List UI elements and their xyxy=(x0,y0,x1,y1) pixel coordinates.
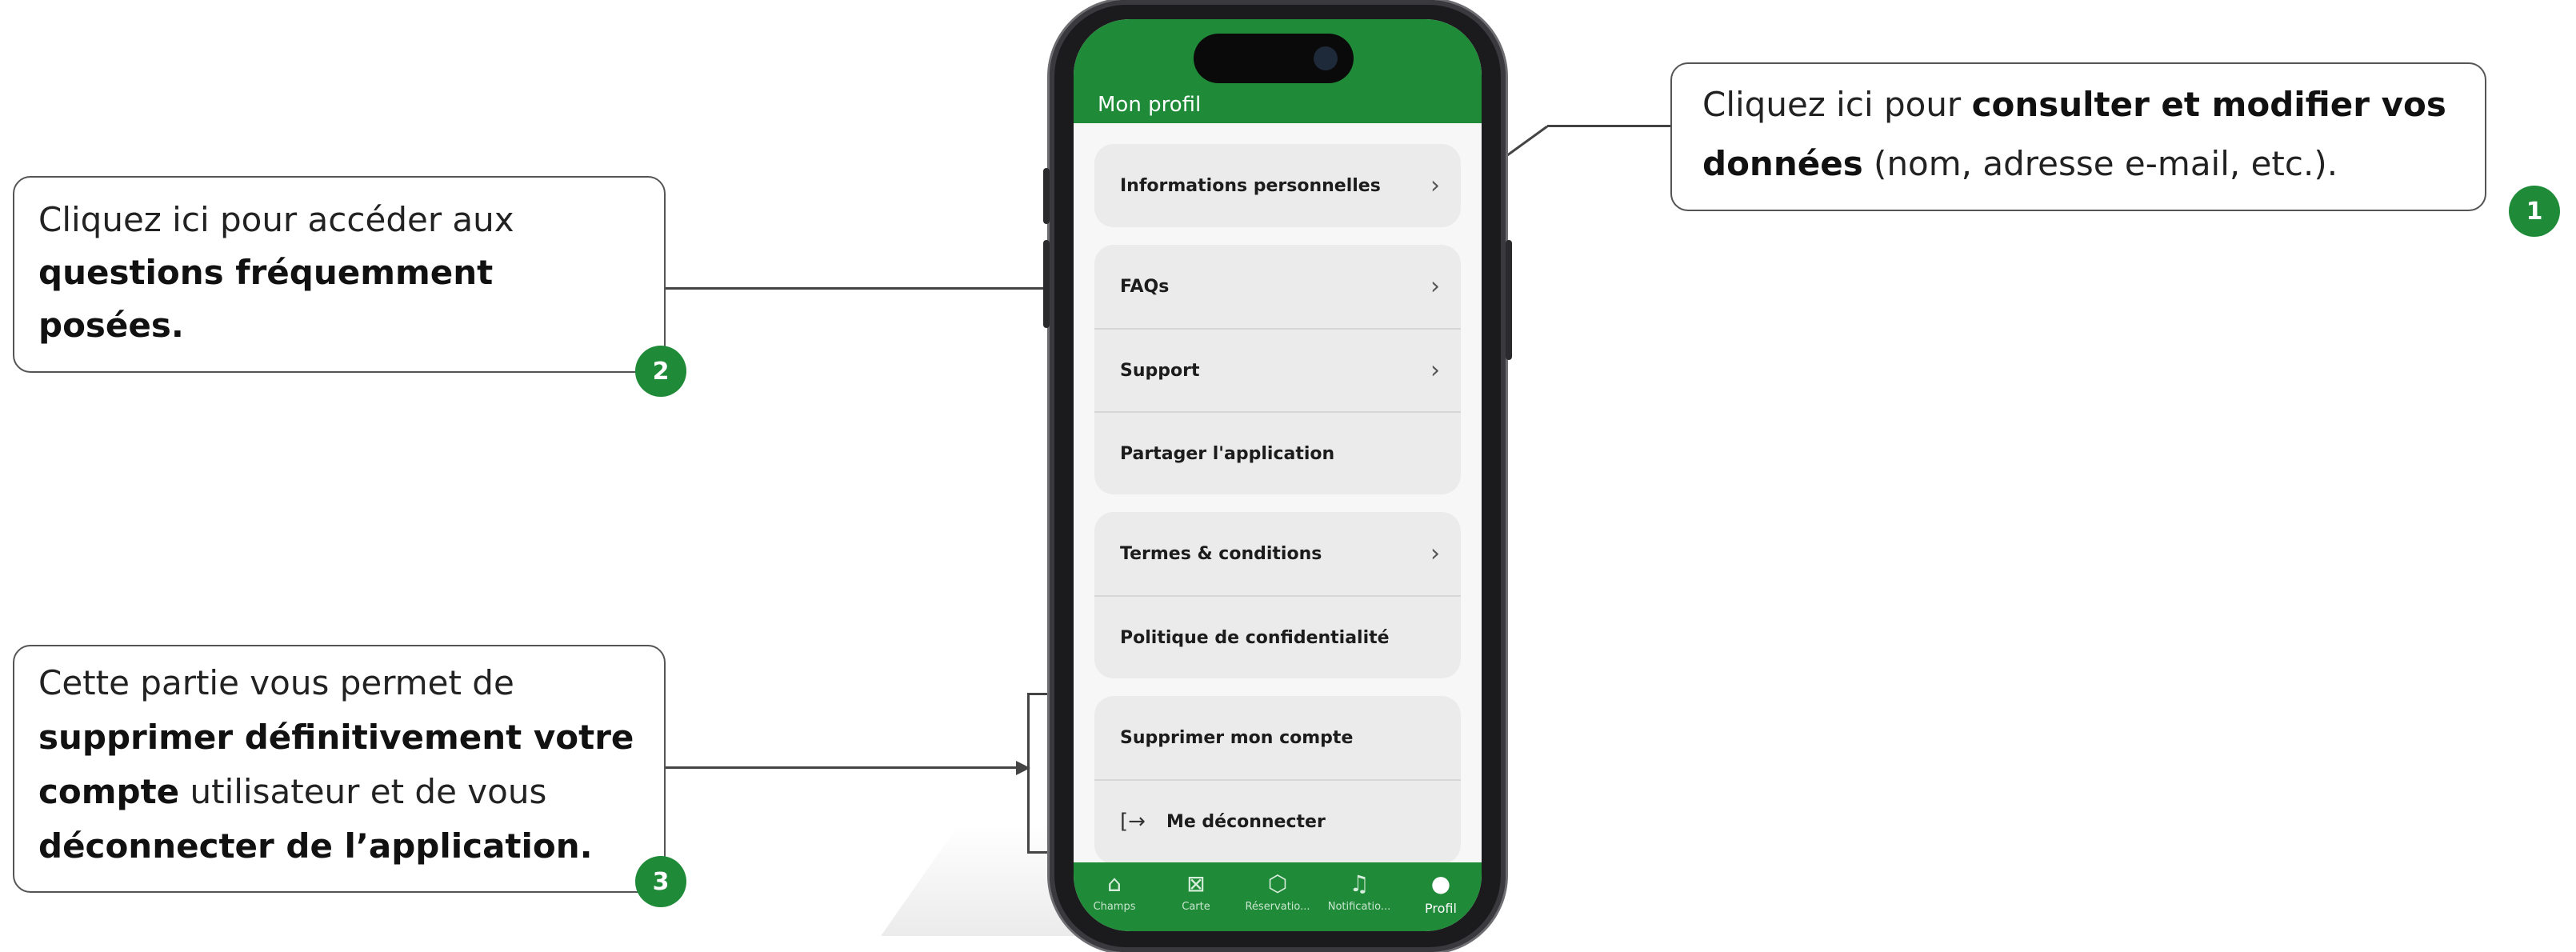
menu-item-privacy[interactable]: Politique de confidentialité xyxy=(1094,595,1461,678)
callout-account-bold3: déconnecter de l’application. xyxy=(38,826,593,866)
callout-account-line1: Cette partie vous permet de xyxy=(38,663,514,702)
chevron-right-icon: › xyxy=(1430,356,1440,385)
callout-faq-bold2: posées. xyxy=(38,306,184,345)
menu-item-support[interactable]: Support › xyxy=(1094,328,1461,411)
tab-notifications-label: Notificatio... xyxy=(1327,901,1391,913)
camera-dot xyxy=(1314,46,1338,70)
callout-faq-bold1: questions fréquemment xyxy=(38,253,494,292)
callout-badge-2: 2 xyxy=(635,346,686,397)
phone-side-button-left-1 xyxy=(1043,168,1050,224)
menu-item-personal-info-label: Informations personnelles xyxy=(1120,175,1381,196)
menu-item-logout-label: Me déconnecter xyxy=(1166,811,1326,832)
user-icon: ● xyxy=(1430,870,1451,897)
map-icon: ⊠ xyxy=(1186,870,1206,897)
chevron-right-icon: › xyxy=(1430,272,1440,301)
callout-faq: Cliquez ici pour accéder aux questions f… xyxy=(13,176,666,373)
menu-item-support-label: Support xyxy=(1120,360,1200,381)
card-personal: Informations personnelles › xyxy=(1094,144,1461,227)
tab-reservations-label: Réservatio... xyxy=(1245,901,1310,913)
tab-notifications[interactable]: ♫ Notificatio... xyxy=(1321,870,1398,913)
page-title: Mon profil xyxy=(1098,93,1202,117)
menu-item-share-app[interactable]: Partager l'application xyxy=(1094,411,1461,494)
card-account: Supprimer mon compte [→ Me déconnecter xyxy=(1094,696,1461,864)
menu-item-share-app-label: Partager l'application xyxy=(1120,443,1335,464)
card-legal: Termes & conditions › Politique de confi… xyxy=(1094,512,1461,678)
callout-account: Cette partie vous permet de supprimer dé… xyxy=(13,645,666,893)
callout-account-post: utilisateur et de vous xyxy=(179,772,547,811)
connector-account xyxy=(666,766,1018,769)
menu-item-terms[interactable]: Termes & conditions › xyxy=(1094,512,1461,595)
chevron-right-icon: › xyxy=(1430,171,1440,200)
tab-profile-label: Profil xyxy=(1425,901,1457,916)
tab-reservations[interactable]: ⬡ Réservatio... xyxy=(1239,870,1316,913)
phone-screen: Mon profil Informations personnelles › F… xyxy=(1074,19,1482,931)
dynamic-island xyxy=(1194,34,1354,83)
box-icon: ⬡ xyxy=(1267,870,1288,897)
phone-side-button-right xyxy=(1506,240,1512,360)
bell-icon: ♫ xyxy=(1349,870,1370,897)
callout-info-post: (nom, adresse e-mail, etc.). xyxy=(1862,144,2338,183)
menu-item-delete-account[interactable]: Supprimer mon compte xyxy=(1094,696,1461,779)
callout-badge-3: 3 xyxy=(635,856,686,907)
callout-info-bold1: consulter et modifier vos xyxy=(1971,85,2446,124)
home-icon: ⌂ xyxy=(1107,870,1122,897)
logout-icon: [→ xyxy=(1120,810,1146,834)
menu-item-terms-label: Termes & conditions xyxy=(1120,543,1322,564)
menu-item-logout[interactable]: [→ Me déconnecter xyxy=(1094,779,1461,862)
menu-item-faqs-label: FAQs xyxy=(1120,276,1170,297)
menu-item-faqs[interactable]: FAQs › xyxy=(1094,245,1461,328)
phone-mockup: Mon profil Informations personnelles › F… xyxy=(1043,0,1512,952)
callout-faq-line1: Cliquez ici pour accéder aux xyxy=(38,200,514,239)
tab-home-label: Champs xyxy=(1093,901,1136,913)
connector-info-horizontal xyxy=(1547,125,1670,127)
callout-badge-1: 1 xyxy=(2509,186,2560,237)
menu-item-personal-info[interactable]: Informations personnelles › xyxy=(1094,144,1461,227)
callout-personal-info: Cliquez ici pour consulter et modifier v… xyxy=(1670,62,2486,211)
tab-home[interactable]: ⌂ Champs xyxy=(1076,870,1153,913)
phone-side-button-left-2 xyxy=(1043,240,1050,328)
connector-faq xyxy=(666,287,1082,290)
menu-item-delete-account-label: Supprimer mon compte xyxy=(1120,727,1354,748)
callout-account-bold2: compte xyxy=(38,772,180,811)
tab-map-label: Carte xyxy=(1182,901,1210,913)
bottom-tab-bar: ⌂ Champs ⊠ Carte ⬡ Réservatio... ♫ Notif… xyxy=(1074,862,1482,931)
callout-info-bold2: données xyxy=(1702,144,1863,183)
callout-info-pre: Cliquez ici pour xyxy=(1702,85,1972,124)
menu-item-privacy-label: Politique de confidentialité xyxy=(1120,627,1390,648)
bracket-vertical xyxy=(1027,693,1030,853)
tab-profile[interactable]: ● Profil xyxy=(1402,870,1479,916)
tab-map[interactable]: ⊠ Carte xyxy=(1158,870,1234,913)
callout-account-bold1: supprimer définitivement votre xyxy=(38,718,634,757)
chevron-right-icon: › xyxy=(1430,539,1440,568)
card-help: FAQs › Support › Partager l'application xyxy=(1094,245,1461,494)
